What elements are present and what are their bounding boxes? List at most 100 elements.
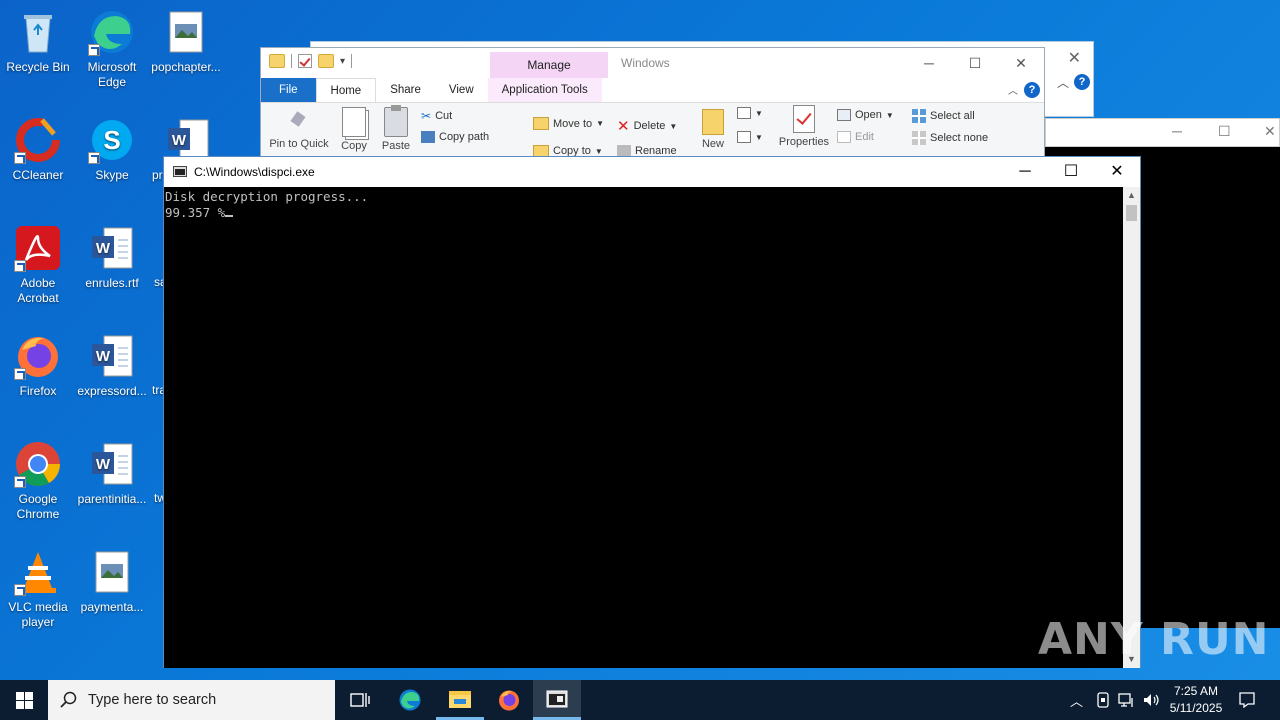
svg-text:W: W: [96, 456, 111, 473]
desktop-icon-adobe-acrobat[interactable]: Adobe Acrobat: [0, 224, 76, 306]
close-icon[interactable]: ✕: [1068, 48, 1081, 68]
taskbar: Type here to search ︿ 7:25 AM 5/11/2025: [0, 680, 1280, 720]
desktop-icon-popchapter[interactable]: popchapter...: [148, 8, 224, 75]
open-button[interactable]: Open ▼: [837, 109, 894, 121]
firefox-icon: [14, 332, 62, 380]
desktop-icon-label: Google Chrome: [16, 492, 60, 521]
desktop-icon-label: parentinitia...: [77, 492, 147, 506]
desktop-icon-paymenta[interactable]: paymenta...: [74, 548, 150, 615]
console-output[interactable]: Disk decryption progress... 99.357 %: [164, 187, 1124, 668]
collapse-ribbon-icon[interactable]: ︿: [1008, 82, 1018, 97]
desktop-icon-label: CCleaner: [12, 168, 64, 182]
vertical-scrollbar[interactable]: ▲ ▼: [1123, 187, 1140, 668]
copy-path-button[interactable]: Copy path: [421, 131, 489, 143]
desktop-icon-firefox[interactable]: Firefox: [0, 332, 76, 399]
close-button[interactable]: ✕: [1094, 157, 1140, 187]
taskbar-edge[interactable]: [386, 680, 434, 720]
console-icon: [173, 166, 187, 177]
tab-view[interactable]: View: [435, 78, 488, 102]
properties-button[interactable]: Properties: [775, 105, 833, 148]
minimize-button[interactable]: ─: [1002, 157, 1048, 187]
close-button[interactable]: ✕: [1264, 123, 1276, 140]
desktop-icon-google-chrome[interactable]: Google Chrome: [0, 440, 76, 522]
tab-file[interactable]: File: [261, 78, 316, 102]
desktop-icon-parentinitia[interactable]: W parentinitia...: [74, 440, 150, 507]
taskbar-clock[interactable]: 7:25 AM 5/11/2025: [1160, 683, 1232, 717]
select-all-button[interactable]: Select all: [912, 109, 975, 123]
move-to-label: Move to: [553, 117, 593, 130]
anyrun-watermark: ANY RUN: [1038, 614, 1270, 665]
edge-icon: [88, 8, 136, 56]
device-icon[interactable]: [1096, 692, 1110, 708]
scrollbar-thumb[interactable]: [1126, 205, 1137, 221]
move-to-button[interactable]: Move to ▼: [533, 117, 604, 130]
network-icon[interactable]: [1118, 692, 1136, 708]
tab-application-tools[interactable]: Application Tools: [487, 78, 602, 102]
copy-button[interactable]: Copy: [337, 107, 371, 152]
text-cursor: [225, 215, 234, 217]
desktop-icon-microsoft-edge[interactable]: Microsoft Edge: [74, 8, 150, 90]
minimize-button[interactable]: ─: [906, 52, 952, 74]
scroll-up-icon[interactable]: ▲: [1123, 187, 1140, 204]
minimize-button[interactable]: ─: [1172, 123, 1182, 139]
delete-button[interactable]: ✕ Delete ▼: [617, 117, 677, 135]
taskbar-search[interactable]: Type here to search: [48, 680, 335, 720]
cut-button[interactable]: ✂ Cut: [421, 109, 452, 123]
desktop-icon-recycle-bin[interactable]: Recycle Bin: [0, 8, 76, 75]
edit-icon: [837, 131, 851, 143]
console-titlebar: C:\Windows\dispci.exe ─ ☐ ✕: [164, 157, 1140, 187]
select-none-button[interactable]: Select none: [912, 131, 988, 145]
tab-share[interactable]: Share: [376, 78, 435, 102]
taskbar-firefox[interactable]: [485, 680, 533, 720]
maximize-button[interactable]: ☐: [1048, 157, 1094, 187]
notifications-icon[interactable]: [1238, 691, 1256, 709]
maximize-button[interactable]: ☐: [1218, 123, 1231, 140]
shortcut-arrow-icon: [14, 476, 26, 488]
chevron-down-icon: ▼: [755, 108, 763, 118]
console-title: C:\Windows\dispci.exe: [194, 165, 315, 179]
task-view-icon: [350, 693, 370, 707]
open-label: Open: [855, 109, 882, 121]
pin-to-quick-access-button[interactable]: Pin to Quick: [267, 111, 331, 150]
svg-text:W: W: [96, 348, 111, 365]
console-window: C:\Windows\dispci.exe ─ ☐ ✕ Disk decrypt…: [163, 156, 1141, 668]
chevron-up-icon[interactable]: ︿: [1070, 691, 1083, 710]
taskbar-file-explorer[interactable]: [436, 680, 484, 720]
manage-tab[interactable]: Manage: [490, 52, 608, 78]
paste-button[interactable]: Paste: [379, 105, 413, 152]
customize-dropdown-icon[interactable]: ▾: [340, 56, 345, 67]
tab-home[interactable]: Home: [315, 78, 377, 102]
svg-text:S: S: [103, 125, 120, 155]
help-icon[interactable]: ?: [1024, 82, 1040, 98]
desktop-icon-label: paymenta...: [80, 600, 144, 614]
select-all-label: Select all: [930, 110, 975, 122]
help-icon[interactable]: ?: [1074, 74, 1090, 90]
easy-access-button[interactable]: ▼: [737, 131, 763, 143]
volume-icon[interactable]: [1142, 692, 1160, 708]
close-button[interactable]: ✕: [998, 52, 1044, 74]
file-explorer-icon: [449, 691, 471, 708]
chevron-up-icon[interactable]: ︿: [1057, 74, 1069, 91]
desktop-icon-skype[interactable]: S Skype: [74, 116, 150, 183]
delete-icon: ✕: [617, 118, 630, 135]
desktop-icon-enrules[interactable]: W enrules.rtf: [74, 224, 150, 291]
task-view-button[interactable]: [336, 680, 384, 720]
taskbar-console-app[interactable]: [533, 680, 581, 720]
new-item-button[interactable]: ▼: [737, 107, 763, 119]
properties-check-icon[interactable]: [298, 54, 312, 68]
edit-button[interactable]: Edit: [837, 131, 874, 143]
desktop-icon-label: Firefox: [19, 384, 57, 398]
desktop-icon-expressord[interactable]: W expressord...: [74, 332, 150, 399]
file-explorer-window: ▾ Manage Windows ─ ☐ ✕ File Home Share V…: [260, 47, 1045, 160]
desktop-icon-vlc[interactable]: VLC media player: [0, 548, 76, 630]
new-folder-icon[interactable]: [318, 54, 334, 68]
new-folder-button[interactable]: New: [697, 109, 729, 150]
start-button[interactable]: [0, 680, 48, 720]
maximize-button[interactable]: ☐: [952, 52, 998, 74]
copy-path-label: Copy path: [439, 131, 490, 143]
search-icon: [60, 691, 77, 708]
desktop-icon-ccleaner[interactable]: CCleaner: [0, 116, 76, 183]
select-all-icon: [912, 109, 926, 123]
shortcut-arrow-icon: [88, 152, 100, 164]
progress-text: 99.357 %: [165, 205, 226, 220]
